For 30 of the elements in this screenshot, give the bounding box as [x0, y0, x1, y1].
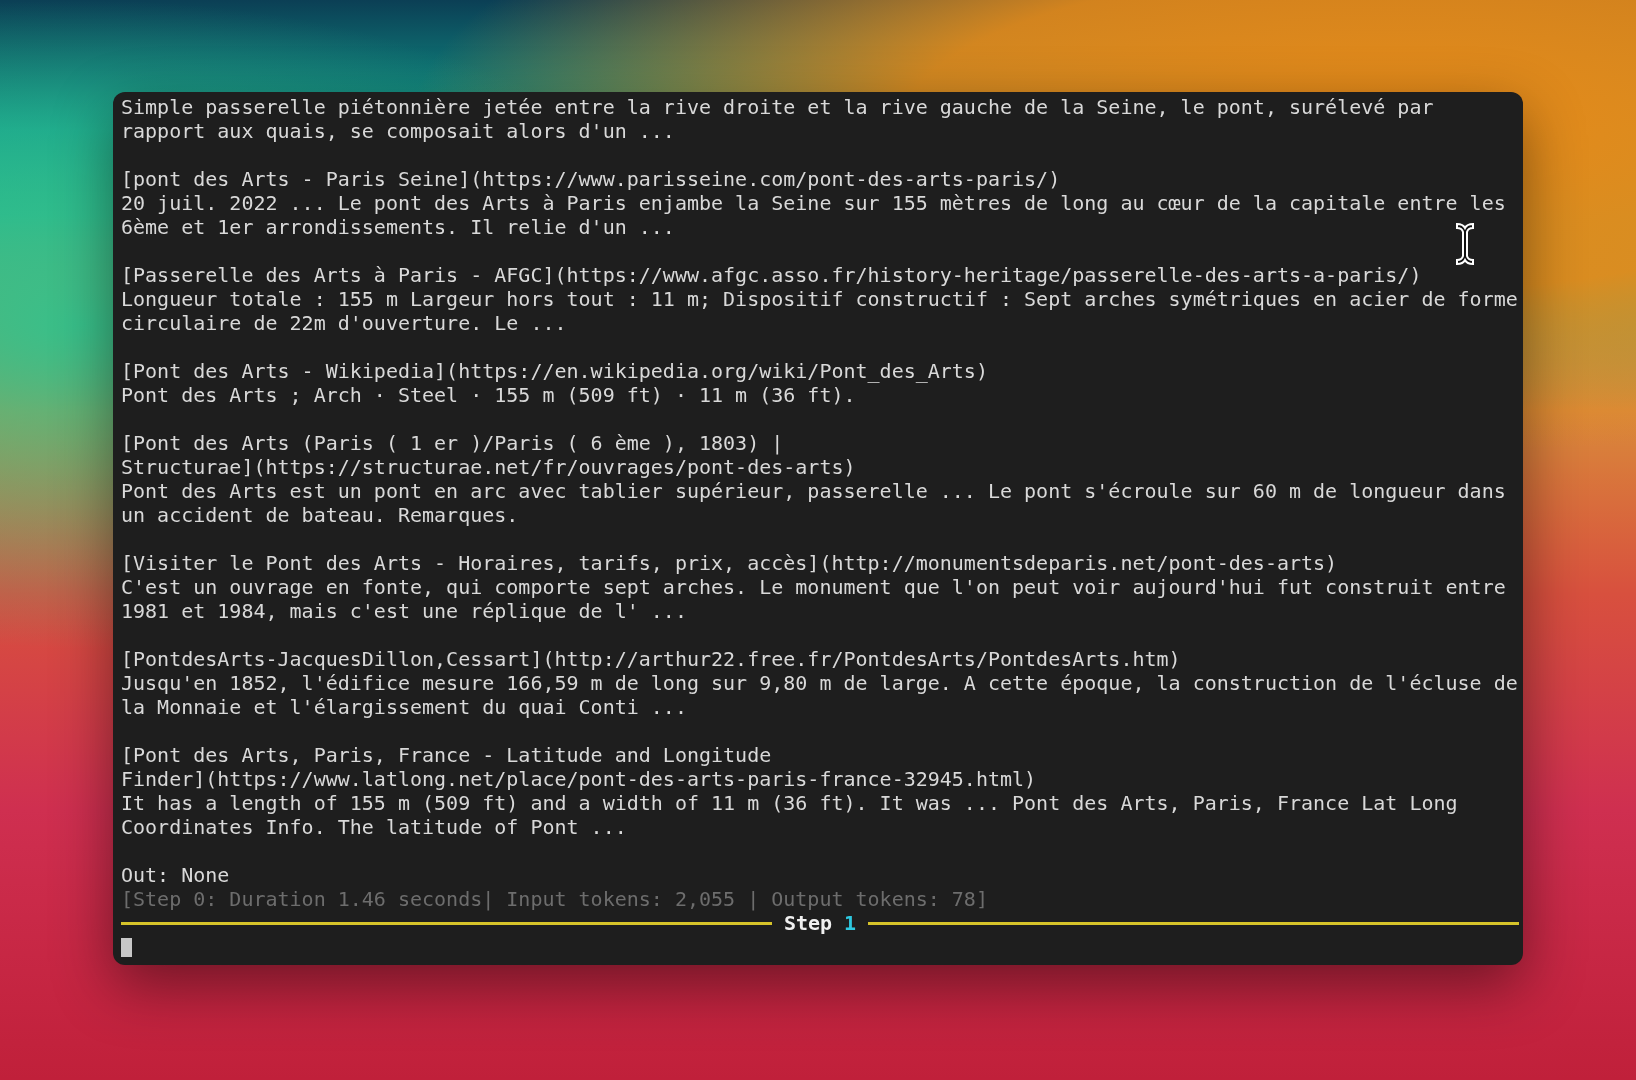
output-line: Out: None: [121, 863, 231, 887]
output-line: Jusqu'en 1852, l'édifice mesure 166,59 m de long sur 9,80 m de large. A cette époque, la construction de l'écluse de: [121, 671, 1519, 695]
output-line: 20 juil. 2022 ... Le pont des Arts à Paris enjambe la Seine sur 155 mètres de long au cœur de la capitale entre les: [121, 191, 1507, 215]
output-line: C'est un ouvrage en fonte, qui comporte sept arches. Le monument que l'on peut voir aujourd'hui fut construit entre: [121, 575, 1507, 599]
output-line: [Pont des Arts - Wikipedia](https://en.wikipedia.org/wiki/Pont_des_Arts): [121, 359, 989, 383]
output-line: la Monnaie et l'élargissement du quai Conti ...: [121, 695, 688, 719]
output-line: [Pont des Arts (Paris ( 1 er )/Paris ( 6 ème ), 1803) |: [121, 431, 785, 455]
status-line: [Step 0: Duration 1.46 seconds| Input tokens: 2,055 | Output tokens: 78]: [121, 887, 989, 911]
output-line: [Pont des Arts, Paris, France - Latitude and Longitude: [121, 743, 773, 767]
output-line: [Passerelle des Arts à Paris - AFGC](https://www.afgc.asso.fr/history-heritage/passerelle-des-arts-a-paris/): [121, 263, 1423, 287]
output-line: rapport aux quais, se composait alors d'un ...: [121, 119, 676, 143]
text-select-cursor-icon: [1455, 222, 1475, 266]
step-number: 1: [844, 911, 857, 935]
output-line: Longueur totale : 155 m Largeur hors tout : 11 m; Dispositif constructif : Sept arches symétriques en acier de forme: [121, 287, 1519, 311]
step-label: Step: [783, 911, 833, 935]
output-line: Pont des Arts ; Arch · Steel · 155 m (509 ft) · 11 m (36 ft).: [121, 383, 857, 407]
text-cursor: [121, 937, 132, 957]
output-line: Simple passerelle piétonnière jetée entre la rive droite et la rive gauche de la Seine, le pont, surélevé par: [121, 95, 1435, 119]
output-line: circulaire de 22m d'ouverture. Le ...: [121, 311, 568, 335]
output-line: [Visiter le Pont des Arts - Horaires, tarifs, prix, accès](http://monumentsdeparis.net/pont-des-arts): [121, 551, 1339, 575]
output-line: Finder](https://www.latlong.net/place/pont-des-arts-paris-france-32945.html): [121, 767, 1038, 791]
output-line: It has a length of 155 m (509 ft) and a width of 11 m (36 ft). It was ... Pont des Arts, Paris, France Lat Long: [121, 791, 1459, 815]
output-line: Coordinates Info. The latitude of Pont ...: [121, 815, 628, 839]
output-line: Pont des Arts est un pont en arc avec tablier supérieur, passerelle ... Le pont s'écroule sur 60 m de longueur dans: [121, 479, 1507, 503]
output-line: 1981 et 1984, mais c'est une réplique de l' ...: [121, 599, 688, 623]
output-line: un accident de bateau. Remarques.: [121, 503, 520, 527]
output-line: Structurae](https://structurae.net/fr/ouvrages/pont-des-arts): [121, 455, 857, 479]
output-line: 6ème et 1er arrondissements. Il relie d'un ...: [121, 215, 676, 239]
output-line: [pont des Arts - Paris Seine](https://www.parisseine.com/pont-des-arts-paris/): [121, 167, 1062, 191]
output-line: [PontdesArts-JacquesDillon,Cessart](http://arthur22.free.fr/PontdesArts/PontdesArts.htm): [121, 647, 1182, 671]
